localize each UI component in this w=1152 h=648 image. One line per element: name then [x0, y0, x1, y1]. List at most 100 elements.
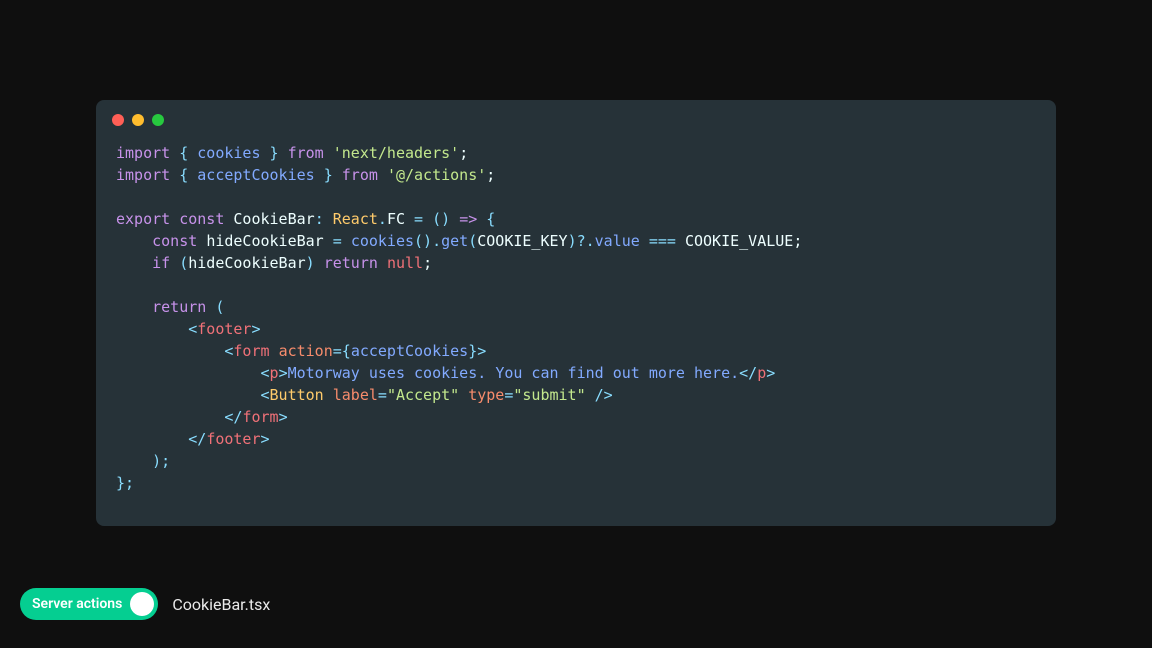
indent [116, 364, 261, 382]
punct: = [378, 386, 387, 404]
indent [116, 452, 152, 470]
keyword-from: from [279, 144, 333, 162]
indent [116, 254, 152, 272]
angle: > [279, 364, 288, 382]
angle: > [251, 320, 260, 338]
identifier: acceptCookies [351, 342, 468, 360]
punct: ; [486, 166, 495, 184]
jsx-attr: label [333, 386, 378, 404]
brace: } [468, 342, 477, 360]
arrow: => [459, 210, 477, 228]
window-minimize-dot[interactable] [132, 114, 144, 126]
brace: }; [116, 474, 134, 492]
angle: </ [224, 408, 242, 426]
angle: > [279, 408, 288, 426]
jsx-tag: p [270, 364, 279, 382]
angle: > [261, 430, 270, 448]
keyword-import: import [116, 144, 170, 162]
paren: ( [206, 298, 224, 316]
jsx-tag: form [242, 408, 278, 426]
brace: { [477, 210, 495, 228]
code-editor-window: import { cookies } from 'next/headers'; … [96, 100, 1056, 526]
angle: /> [586, 386, 613, 404]
punct: ( [468, 232, 477, 250]
jsx-component: Button [270, 386, 324, 404]
brace: { [179, 166, 197, 184]
keyword-const: const [152, 232, 206, 250]
punct: )?. [568, 232, 595, 250]
punct: = [333, 232, 351, 250]
server-actions-toggle[interactable]: Server actions [20, 588, 158, 620]
punct: : [315, 210, 333, 228]
string: "Accept" [387, 386, 459, 404]
type: FC [387, 210, 405, 228]
punct: ; [793, 232, 802, 250]
const: COOKIE_KEY [477, 232, 567, 250]
indent [116, 232, 152, 250]
keyword-import: import [116, 166, 170, 184]
string: '@/actions' [387, 166, 486, 184]
keyword-export: export [116, 210, 170, 228]
brace: { [342, 342, 351, 360]
identifier: cookies [197, 144, 260, 162]
null: null [387, 254, 423, 272]
punct: = [333, 342, 342, 360]
keyword-return: return [152, 298, 206, 316]
angle: < [261, 386, 270, 404]
jsx-text: Motorway uses cookies. [288, 364, 496, 382]
paren: ); [152, 452, 170, 470]
prop: value [595, 232, 640, 250]
toggle-label: Server actions [32, 596, 122, 612]
footer-row: Server actions CookieBar.tsx [20, 588, 270, 620]
brace: } [315, 166, 333, 184]
indent [116, 430, 188, 448]
indent [116, 342, 224, 360]
paren: ) [306, 254, 324, 272]
type: React [333, 210, 378, 228]
jsx-attr: action [279, 342, 333, 360]
punct: ; [459, 144, 468, 162]
keyword-const: const [170, 210, 233, 228]
angle: > [766, 364, 775, 382]
angle: < [261, 364, 270, 382]
space [270, 342, 279, 360]
code-block: import { cookies } from 'next/headers'; … [96, 134, 1056, 502]
string: 'next/headers' [333, 144, 459, 162]
jsx-tag: footer [197, 320, 251, 338]
window-zoom-dot[interactable] [152, 114, 164, 126]
space [459, 386, 468, 404]
fn: cookies [351, 232, 414, 250]
indent [116, 320, 188, 338]
angle: </ [739, 364, 757, 382]
identifier: hideCookieBar [188, 254, 305, 272]
brace: { [179, 144, 197, 162]
jsx-tag: p [757, 364, 766, 382]
toggle-knob [130, 592, 154, 616]
angle: < [188, 320, 197, 338]
indent [116, 408, 224, 426]
indent [116, 298, 152, 316]
jsx-tag: footer [206, 430, 260, 448]
const: COOKIE_VALUE [685, 232, 793, 250]
angle: </ [188, 430, 206, 448]
jsx-text: You can find out more here. [495, 364, 739, 382]
identifier: acceptCookies [197, 166, 314, 184]
jsx-attr: type [468, 386, 504, 404]
brace: } [261, 144, 279, 162]
window-close-dot[interactable] [112, 114, 124, 126]
keyword-return: return [324, 254, 387, 272]
filename-label: CookieBar.tsx [172, 595, 270, 614]
indent [116, 386, 261, 404]
op: === [640, 232, 685, 250]
keyword-if: if [152, 254, 179, 272]
punct: = () [405, 210, 459, 228]
identifier: hideCookieBar [206, 232, 332, 250]
punct: (). [414, 232, 441, 250]
identifier: CookieBar [233, 210, 314, 228]
string: "submit" [513, 386, 585, 404]
traffic-lights [96, 100, 1056, 134]
fn: get [441, 232, 468, 250]
space [324, 386, 333, 404]
jsx-tag: form [233, 342, 269, 360]
punct: . [378, 210, 387, 228]
